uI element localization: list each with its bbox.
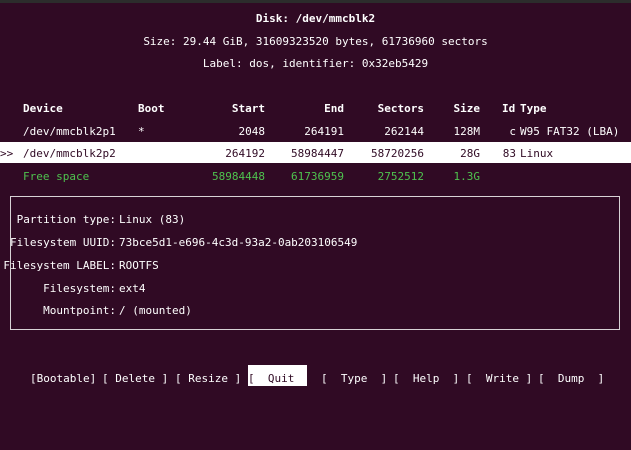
filesystem-label: Filesystem: (43, 282, 116, 295)
col-size: Size (453, 102, 481, 115)
disk-label-line: Label: dos, identifier: 0x32eb5429 (202, 57, 429, 70)
fs-uuid-value: 73bce5d1-e696-4c3d-93a2-0ab203106549 (119, 236, 358, 249)
selection-marker: >> (0, 147, 14, 160)
row-id: c (509, 125, 516, 138)
col-device: Device (23, 102, 63, 115)
row-sectors: 262144 (384, 125, 424, 138)
partition-type-label: Partition type: (16, 213, 116, 226)
bootable-button[interactable]: [Bootable] (30, 372, 96, 385)
row-device: /dev/mmcblk2p1 (23, 125, 116, 138)
free-space-size: 1.3G (453, 170, 481, 183)
row-size: 128M (453, 125, 481, 138)
row-id: 83 (502, 147, 516, 160)
free-space-label: Free space (23, 170, 90, 183)
row-type: W95 FAT32 (LBA) (520, 125, 620, 138)
row-sectors: 58720256 (371, 147, 424, 160)
resize-button[interactable]: [ Resize ] (175, 372, 241, 385)
row-device: /dev/mmcblk2p2 (23, 147, 116, 160)
help-button[interactable]: [ Help ] (393, 372, 459, 385)
col-boot: Boot (138, 102, 165, 115)
free-space-sectors: 2752512 (377, 170, 424, 183)
quit-button[interactable]: [ Quit ] (248, 372, 314, 385)
row-start: 264192 (225, 147, 265, 160)
write-button[interactable]: [ Write ] (466, 372, 532, 385)
col-id: Id (502, 102, 516, 115)
row-end: 58984447 (291, 147, 344, 160)
row-end: 264191 (304, 125, 344, 138)
col-sectors: Sectors (377, 102, 424, 115)
fs-uuid-label: Filesystem UUID: (10, 236, 116, 249)
type-button[interactable]: [ Type ] (321, 372, 387, 385)
col-type: Type (520, 102, 547, 115)
mountpoint-label: Mountpoint: (43, 304, 116, 317)
dump-button[interactable]: [ Dump ] (538, 372, 604, 385)
disk-size-line: Size: 29.44 GiB, 31609323520 bytes, 6173… (143, 35, 488, 48)
filesystem-value: ext4 (119, 282, 146, 295)
row-size: 28G (460, 147, 480, 160)
delete-button[interactable]: [ Delete ] (102, 372, 168, 385)
free-space-end: 61736959 (291, 170, 344, 183)
fs-label-value: ROOTFS (119, 259, 159, 272)
fs-label-label: Filesystem LABEL: (3, 259, 116, 272)
disk-title: Disk: /dev/mmcblk2 (255, 12, 376, 25)
row-start: 2048 (238, 125, 266, 138)
row-boot: * (138, 125, 145, 138)
free-space-start: 58984448 (212, 170, 265, 183)
mountpoint-value: / (mounted) (119, 304, 192, 317)
window-top-edge (0, 0, 631, 3)
row-type: Linux (520, 147, 554, 160)
col-end: End (324, 102, 344, 115)
col-start: Start (231, 102, 265, 115)
partition-type-value: Linux (83) (119, 213, 186, 226)
